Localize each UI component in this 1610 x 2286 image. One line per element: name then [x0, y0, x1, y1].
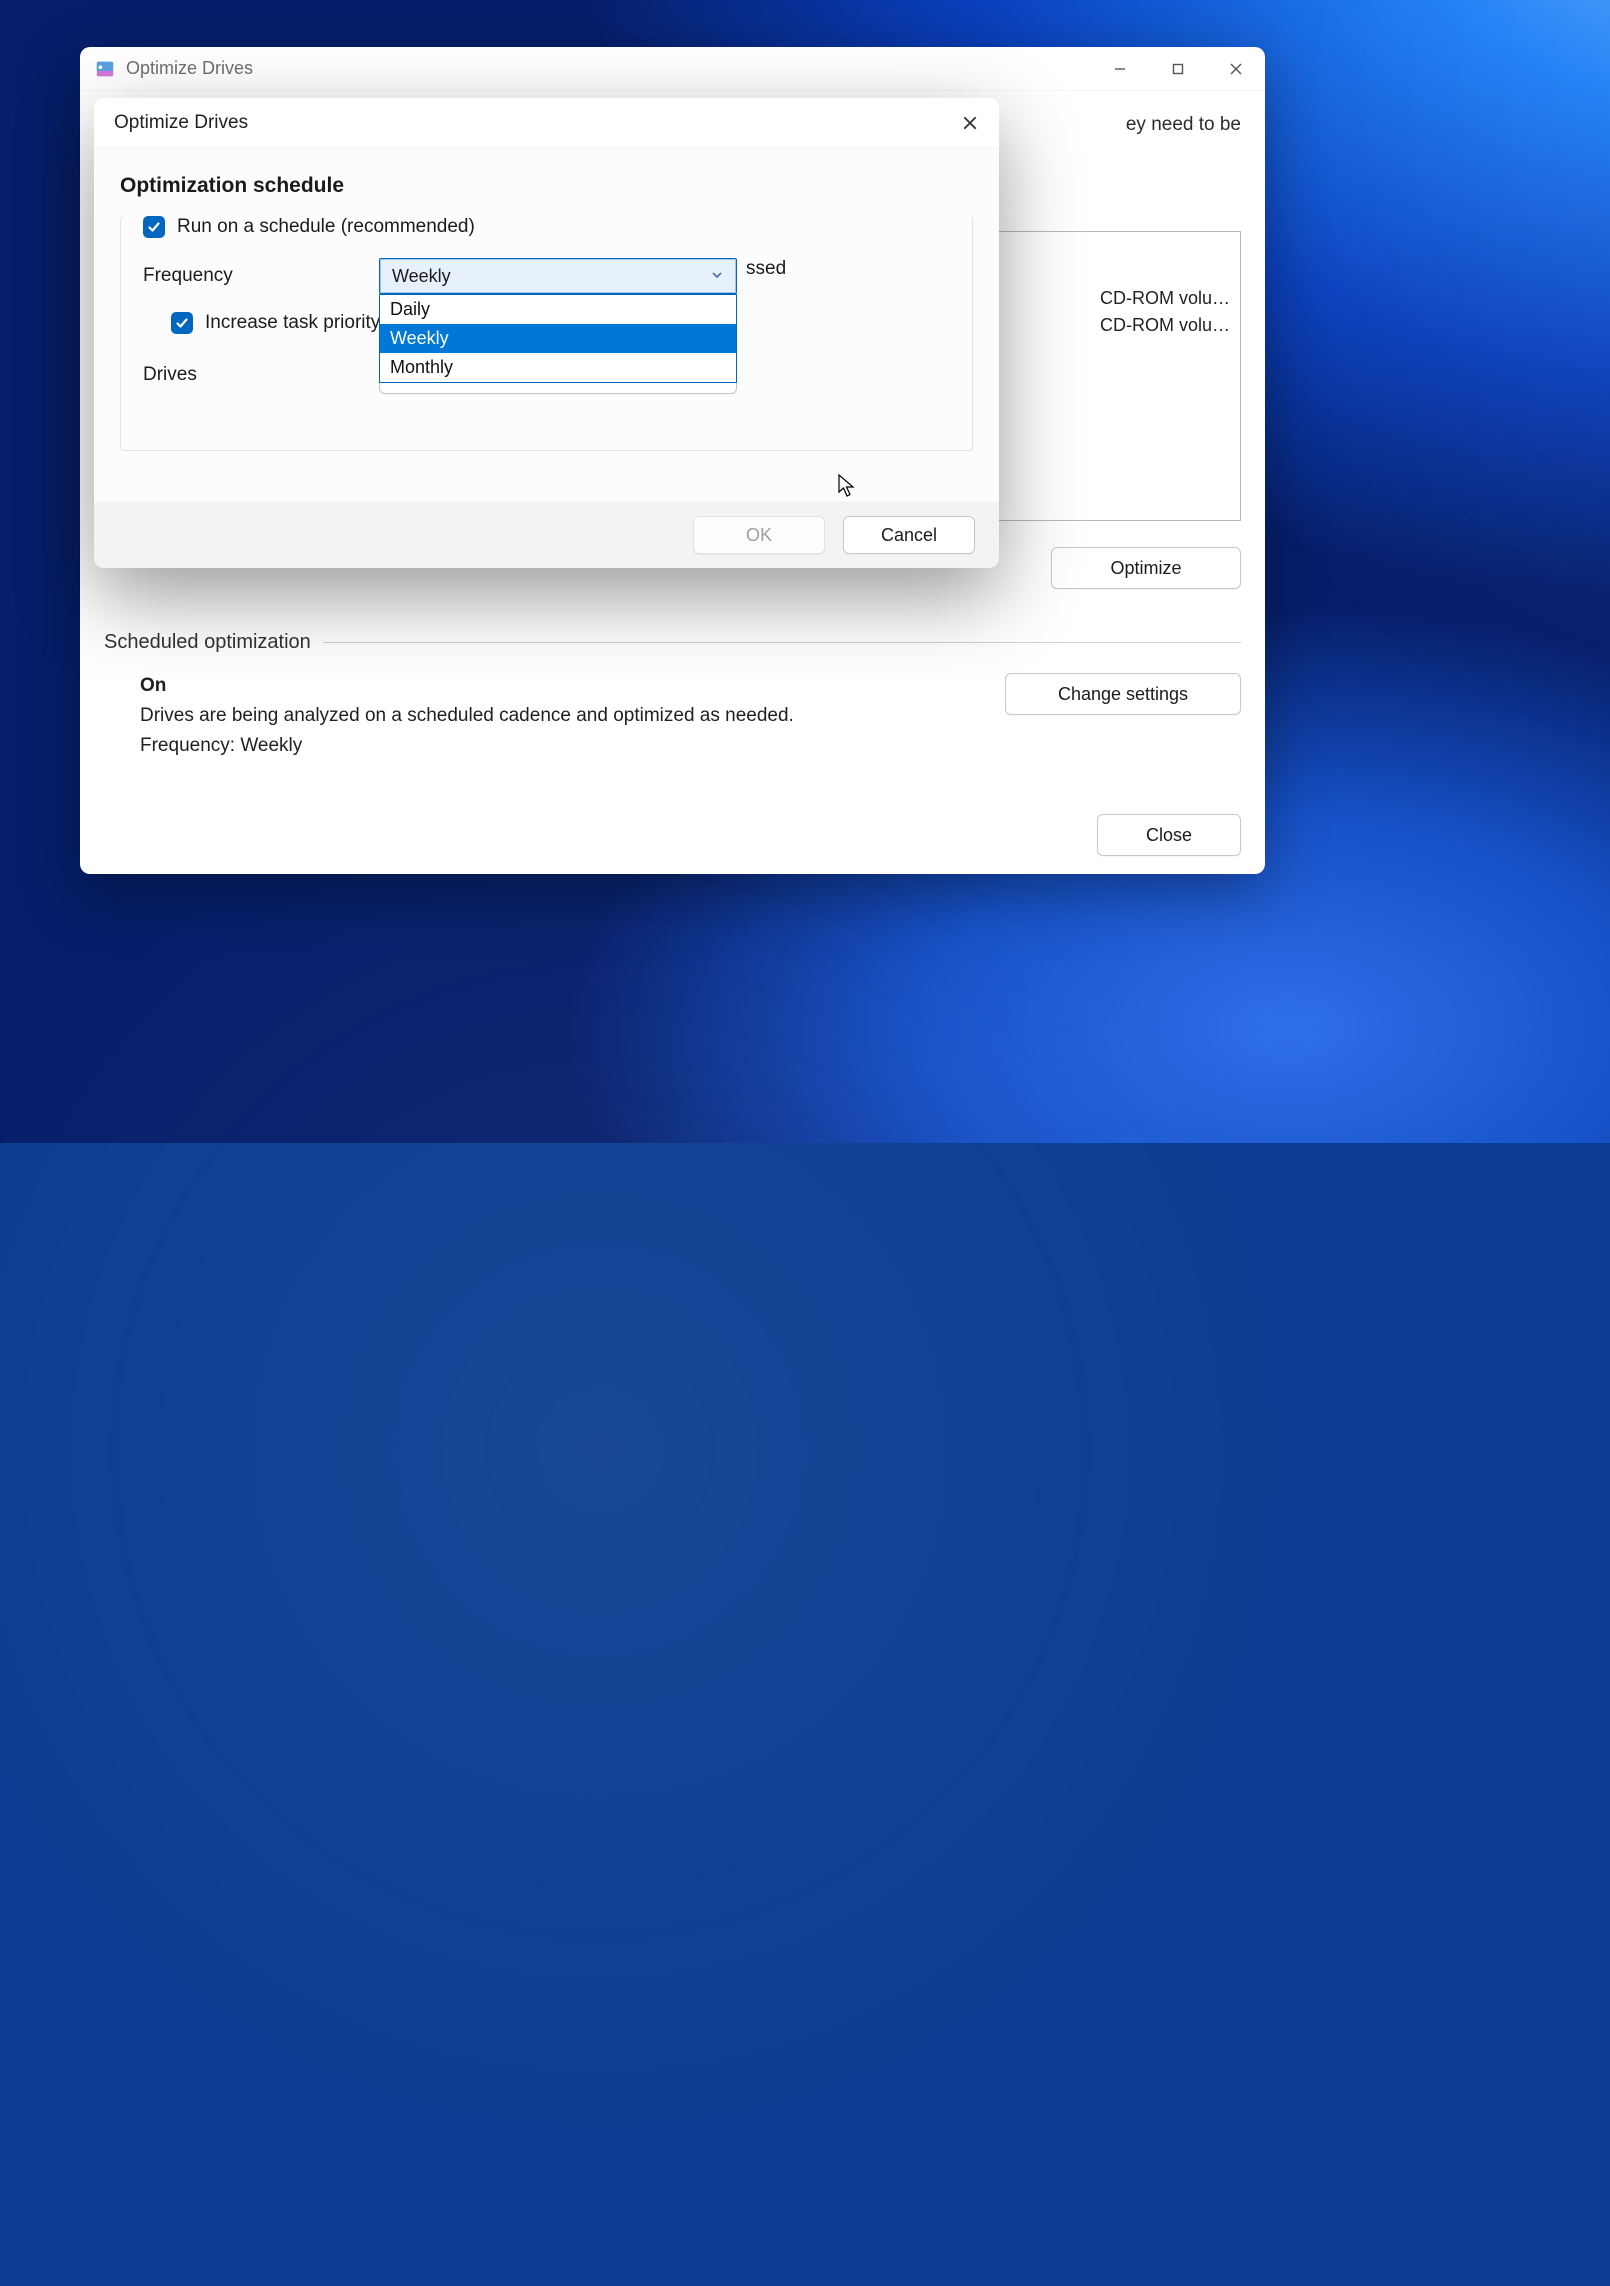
run-schedule-checkbox[interactable]	[143, 216, 165, 238]
status-on: On	[140, 675, 794, 697]
dialog-titlebar: Optimize Drives	[94, 98, 999, 148]
dialog-footer: OK Cancel	[94, 502, 999, 568]
dialog-body: Optimization schedule Run on a schedule …	[94, 148, 999, 502]
frequency-option-daily[interactable]: Daily	[380, 295, 736, 324]
description-text: ey need to be	[1126, 111, 1241, 140]
schedule-group: Run on a schedule (recommended) Frequenc…	[120, 216, 973, 451]
section-label: Scheduled optimization	[104, 631, 323, 654]
titlebar: Optimize Drives	[80, 47, 1265, 91]
frequency-option-monthly[interactable]: Monthly	[380, 353, 736, 382]
chevron-down-icon	[710, 266, 724, 287]
scheduled-block: On Drives are being analyzed on a schedu…	[140, 675, 794, 765]
close-window-button[interactable]: Close	[1097, 814, 1241, 856]
optimize-button[interactable]: Optimize	[1051, 547, 1241, 589]
run-schedule-row[interactable]: Run on a schedule (recommended)	[143, 216, 950, 238]
sched-desc: Drives are being analyzed on a scheduled…	[140, 705, 794, 727]
increase-priority-checkbox[interactable]	[171, 312, 193, 334]
cancel-button[interactable]: Cancel	[843, 516, 975, 554]
app-icon	[94, 58, 116, 80]
window-title: Optimize Drives	[126, 58, 253, 79]
divider-line	[323, 642, 1241, 643]
frequency-option-weekly[interactable]: Weekly	[380, 324, 736, 353]
sched-freq: Frequency: Weekly	[140, 735, 794, 757]
dialog-heading: Optimization schedule	[120, 174, 973, 198]
change-settings-button[interactable]: Change settings	[1005, 673, 1241, 715]
drives-label: Drives	[143, 364, 379, 386]
frequency-row: Frequency Weekly Daily Weekly Monthly ss…	[143, 258, 950, 294]
window-controls	[1091, 47, 1265, 91]
drive-row[interactable]: CD-ROM volu…	[1100, 315, 1230, 336]
increase-priority-label: Increase task priority,	[205, 312, 384, 334]
frequency-dropdown-list[interactable]: Daily Weekly Monthly	[379, 294, 737, 383]
drive-row[interactable]: CD-ROM volu…	[1100, 288, 1230, 309]
run-schedule-label: Run on a schedule (recommended)	[177, 216, 475, 238]
section-divider: Scheduled optimization	[104, 631, 1241, 654]
mouse-cursor-icon	[838, 474, 856, 498]
dialog-title: Optimize Drives	[114, 112, 248, 134]
frequency-combobox[interactable]: Weekly Daily Weekly Monthly	[379, 258, 737, 294]
ok-button[interactable]: OK	[693, 516, 825, 554]
close-button[interactable]	[1207, 47, 1265, 91]
frequency-label: Frequency	[143, 265, 379, 287]
minimize-button[interactable]	[1091, 47, 1149, 91]
schedule-dialog: Optimize Drives Optimization schedule Ru…	[94, 98, 999, 568]
maximize-button[interactable]	[1149, 47, 1207, 91]
obscured-suffix: ssed	[746, 258, 786, 280]
frequency-value: Weekly	[392, 266, 451, 287]
dialog-close-button[interactable]	[947, 103, 993, 143]
